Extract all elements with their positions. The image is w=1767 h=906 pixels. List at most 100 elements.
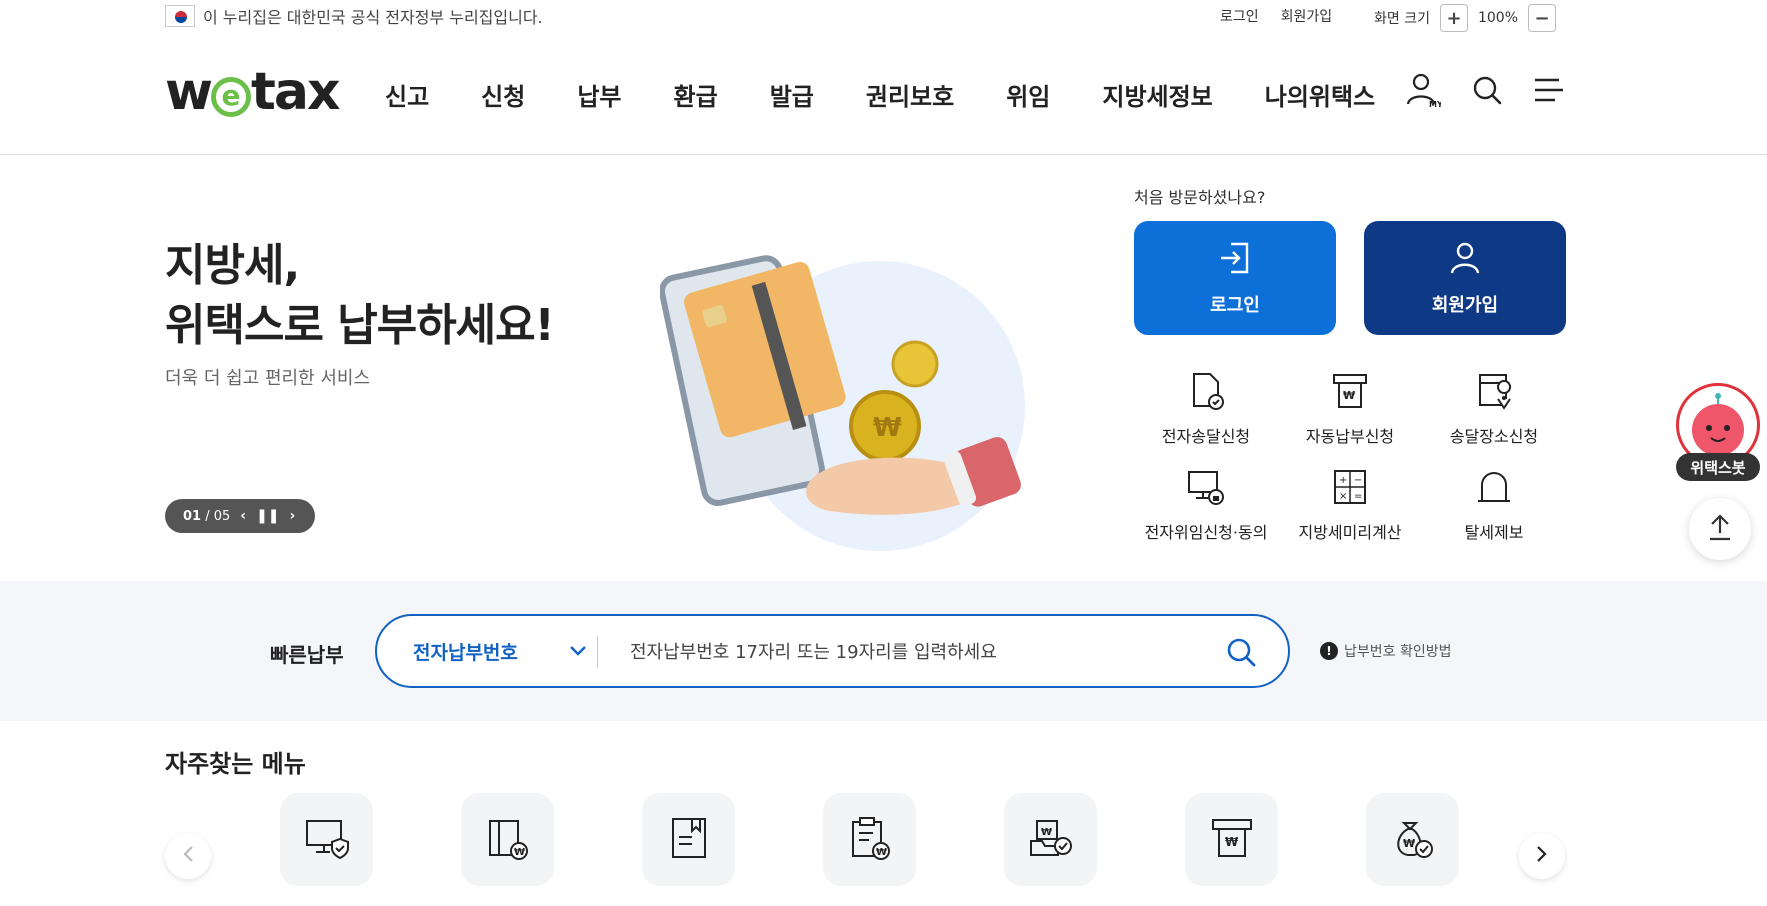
frequent-item[interactable]: ₩	[823, 793, 916, 886]
service-delivery-place[interactable]: 송달장소신청	[1422, 371, 1566, 447]
pager-total: / 05	[205, 508, 231, 524]
scroll-top-button[interactable]	[1689, 498, 1751, 560]
gov-banner: 이 누리집은 대한민국 공식 전자정부 누리집입니다.	[165, 4, 543, 28]
zoom-label: 화면 크기	[1374, 11, 1430, 27]
frequent-item[interactable]: ₩	[461, 793, 554, 886]
svg-text:₩: ₩	[1041, 827, 1052, 838]
zoom-out-button[interactable]: −	[1528, 4, 1557, 32]
svg-text:+: +	[1339, 475, 1347, 486]
site-header: w e tax 신고 신청 납부 환급 발급 권리보호 위임 지방세정보 나의위택스…	[0, 32, 1767, 155]
slide-pager: 01 / 05 ‹ ❚❚ ›	[165, 499, 315, 533]
wetax-logo[interactable]: w e tax	[165, 62, 341, 122]
frequent-item[interactable]: ₩	[1366, 793, 1459, 886]
svg-text:₩: ₩	[1225, 835, 1239, 849]
svg-text:₩: ₩	[1403, 837, 1415, 850]
service-e-delegation[interactable]: 전자위임신청·동의	[1134, 467, 1278, 543]
frequent-next-button[interactable]	[1519, 833, 1565, 879]
chatbot-button[interactable]: 위택스봇	[1676, 383, 1760, 481]
divider	[597, 636, 598, 668]
pause-icon[interactable]: ❚❚	[256, 508, 279, 524]
monitor-shield-icon	[304, 815, 350, 865]
pager-current: 01	[183, 508, 202, 524]
nav-item-tax-info[interactable]: 지방세정보	[1102, 77, 1212, 112]
svg-text:MY: MY	[1429, 100, 1441, 108]
payment-number-help-link[interactable]: ! 납부번호 확인방법	[1320, 641, 1452, 661]
chevron-down-icon[interactable]	[569, 642, 587, 661]
document-check-icon	[1186, 371, 1226, 415]
hero-title: 지방세, 위택스로 납부하세요!	[165, 240, 555, 351]
frequent-prev-button[interactable]	[165, 833, 211, 879]
svg-text:₩: ₩	[876, 847, 887, 858]
nav-item-rights[interactable]: 권리보호	[866, 77, 954, 112]
menu-icon[interactable]	[1533, 76, 1565, 104]
atm-won-icon: ₩	[1330, 371, 1370, 415]
svg-text:−: −	[1354, 475, 1362, 486]
payment-illustration: ₩	[658, 236, 1080, 556]
chevron-right-icon	[1536, 845, 1548, 867]
service-e-delivery[interactable]: 전자송달신청	[1134, 371, 1278, 447]
location-doc-icon	[1474, 371, 1514, 415]
svg-text:=: =	[1354, 491, 1362, 502]
hero-join-button[interactable]: 회원가입	[1364, 221, 1566, 335]
main-nav: 신고 신청 납부 환급 발급 권리보호 위임 지방세정보 나의위택스	[385, 77, 1427, 112]
search-icon[interactable]	[1471, 74, 1503, 106]
prev-slide-icon[interactable]: ‹	[240, 508, 246, 524]
payment-number-input[interactable]	[630, 632, 1190, 672]
util-login-link[interactable]: 로그인	[1220, 6, 1259, 26]
util-join-link[interactable]: 회원가입	[1281, 6, 1333, 26]
hero-login-button[interactable]: 로그인	[1134, 221, 1336, 335]
money-bag-check-icon: ₩	[1390, 815, 1436, 865]
calculator-icon: + − × =	[1330, 467, 1370, 511]
hero-subtitle: 더욱 더 쉽고 편리한 서비스	[165, 368, 371, 389]
svg-text:₩: ₩	[1343, 389, 1355, 402]
utility-bar: 이 누리집은 대한민국 공식 전자정부 누리집입니다. 로그인 회원가입 화면 …	[0, 0, 1767, 32]
nav-item-my-wetax[interactable]: 나의위택스	[1265, 77, 1375, 112]
zoom-control: 화면 크기 + 100% −	[1374, 4, 1557, 32]
quick-search-icon[interactable]	[1225, 636, 1257, 672]
frequent-item[interactable]: ₩	[1004, 793, 1097, 886]
next-slide-icon[interactable]: ›	[290, 508, 296, 524]
svg-text:×: ×	[1339, 491, 1347, 502]
zoom-in-button[interactable]: +	[1439, 4, 1468, 32]
frequent-menu-list: ₩ ₩ ₩ ₩ ₩	[280, 793, 1459, 886]
frequent-item[interactable]: ₩	[1185, 793, 1278, 886]
nav-item-issue[interactable]: 발급	[770, 77, 814, 112]
service-tax-calculator[interactable]: + − × = 지방세미리계산	[1278, 467, 1422, 543]
service-tax-evasion-report[interactable]: 탈세제보	[1422, 467, 1566, 543]
nav-item-delegation[interactable]: 위임	[1006, 77, 1050, 112]
frequent-menu-title: 자주찾는 메뉴	[165, 750, 306, 778]
svg-text:₩: ₩	[514, 847, 525, 858]
nav-item-refund[interactable]: 환급	[674, 77, 718, 112]
info-icon: !	[1320, 642, 1338, 660]
siren-icon	[1474, 467, 1514, 511]
chatbot-label: 위택스봇	[1676, 453, 1760, 481]
clipboard-won-icon: ₩	[847, 815, 893, 865]
atm-won-icon: ₩	[1209, 815, 1255, 865]
arrow-up-icon	[1707, 513, 1733, 545]
quick-pay-section: 빠른납부 전자납부번호 ! 납부번호 확인방법	[0, 581, 1767, 721]
frequent-item[interactable]	[642, 793, 735, 886]
box-won-icon: ₩	[485, 815, 531, 865]
nav-item-pay[interactable]: 납부	[577, 77, 621, 112]
first-visit-text: 처음 방문하셨나요?	[1134, 188, 1266, 207]
hero-login-label: 로그인	[1210, 294, 1260, 316]
nav-item-apply[interactable]: 신청	[481, 77, 525, 112]
nav-item-report[interactable]: 신고	[385, 77, 429, 112]
my-page-icon[interactable]: MY	[1405, 72, 1441, 108]
korea-flag-icon	[165, 5, 195, 27]
login-icon	[1217, 240, 1253, 281]
service-auto-pay[interactable]: ₩ 자동납부신청	[1278, 371, 1422, 447]
zoom-value: 100%	[1477, 10, 1519, 26]
service-shortcuts: 전자송달신청 ₩ 자동납부신청 송달장소신청 전자위임신청·동의 + − × = 지방…	[1134, 371, 1566, 543]
tray-won-check-icon: ₩	[1028, 815, 1074, 865]
svg-text:₩: ₩	[873, 413, 902, 443]
hero-join-label: 회원가입	[1431, 294, 1499, 316]
user-icon	[1447, 240, 1483, 281]
payment-type-select[interactable]: 전자납부번호	[413, 638, 518, 665]
monitor-lock-icon	[1186, 467, 1226, 511]
quick-pay-box: 전자납부번호	[375, 614, 1290, 688]
bookmark-doc-icon	[666, 815, 712, 865]
chevron-left-icon	[182, 845, 194, 867]
gov-banner-text: 이 누리집은 대한민국 공식 전자정부 누리집입니다.	[203, 8, 543, 27]
frequent-item[interactable]	[280, 793, 373, 886]
